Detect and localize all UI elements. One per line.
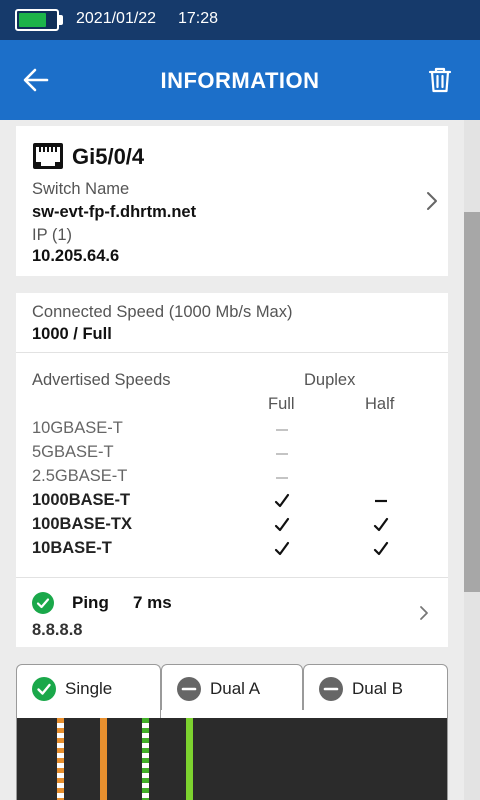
- speed-row-label: 10BASE-T: [32, 539, 112, 557]
- tab-label: Dual B: [352, 679, 404, 698]
- checkmark-icon: [373, 541, 389, 556]
- wire-orange: [100, 718, 107, 800]
- tab-label: Dual A: [210, 679, 261, 698]
- checkmark-icon: [373, 517, 389, 532]
- scrollbar-thumb[interactable]: [464, 212, 480, 592]
- minus-circle-icon: [177, 677, 201, 701]
- arrow-left-icon: [23, 68, 49, 92]
- ip-label: IP (1): [32, 226, 73, 244]
- tab-single[interactable]: Single: [16, 664, 161, 718]
- duplex-header: Duplex: [304, 371, 356, 389]
- wiremap-graph: [17, 718, 447, 800]
- port-name: Gi5/0/4: [72, 144, 145, 169]
- not-supported-dash-icon: [276, 429, 288, 431]
- ping-host: 8.8.8.8: [32, 621, 83, 639]
- battery-nub: [59, 15, 63, 25]
- status-time: 17:28: [178, 10, 219, 27]
- wiremap-tabs: Single Dual A Dual B: [16, 664, 448, 718]
- tab-dual-b[interactable]: Dual B: [303, 664, 448, 712]
- speed-row-label: 10GBASE-T: [32, 419, 123, 437]
- not-supported-dash-icon: [276, 453, 288, 455]
- delete-button[interactable]: [424, 64, 456, 96]
- check-circle-icon: [32, 592, 54, 614]
- checkmark-icon: [274, 517, 290, 532]
- ping-result-row[interactable]: Ping 7 ms 8.8.8.8: [16, 578, 448, 647]
- minus-icon: [375, 499, 387, 503]
- connected-speed-label: Connected Speed (1000 Mb/s Max): [32, 303, 293, 321]
- minus-circle-icon: [319, 677, 343, 701]
- status-bar: 2021/01/22 17:28: [0, 0, 480, 40]
- wiremap-wires: [57, 718, 193, 800]
- switch-name-label: Switch Name: [32, 180, 130, 198]
- check-circle-icon: [32, 677, 56, 701]
- ethernet-port-icon: [33, 143, 63, 169]
- page-title: INFORMATION: [160, 68, 320, 93]
- checkmark-icon: [274, 541, 290, 556]
- chevron-right-icon: [420, 606, 428, 620]
- ip-value: 10.205.64.6: [32, 247, 120, 265]
- divider: [16, 352, 448, 353]
- ping-label: Ping: [72, 593, 109, 612]
- speed-row-label: 2.5GBASE-T: [32, 467, 128, 485]
- link-speed-card: Connected Speed (1000 Mb/s Max) 1000 / F…: [16, 293, 448, 647]
- switch-name-value: sw-evt-fp-f.dhrtm.net: [32, 203, 197, 221]
- trash-icon: [428, 67, 452, 93]
- checkmark-icon: [274, 493, 290, 508]
- speed-row-label: 1000BASE-T: [32, 491, 131, 509]
- advertised-speeds-label: Advertised Speeds: [32, 371, 171, 389]
- connected-speed-value: 1000 / Full: [32, 325, 112, 343]
- wire-green: [186, 718, 193, 800]
- full-header: Full: [268, 395, 295, 413]
- switch-info-card[interactable]: Gi5/0/4 Switch Name sw-evt-fp-f.dhrtm.ne…: [16, 126, 448, 276]
- battery-icon: [15, 9, 59, 31]
- back-button[interactable]: [20, 64, 52, 96]
- status-date: 2021/01/22: [76, 10, 157, 27]
- chevron-right-icon: [427, 192, 437, 210]
- tab-dual-a[interactable]: Dual A: [161, 664, 303, 712]
- speed-row-label: 100BASE-TX: [32, 515, 132, 533]
- ping-time: 7 ms: [133, 593, 172, 612]
- speed-row-label: 5GBASE-T: [32, 443, 114, 461]
- tab-label: Single: [65, 679, 113, 698]
- app-bar: INFORMATION: [0, 40, 480, 120]
- half-header: Half: [365, 395, 395, 413]
- not-supported-dash-icon: [276, 477, 288, 479]
